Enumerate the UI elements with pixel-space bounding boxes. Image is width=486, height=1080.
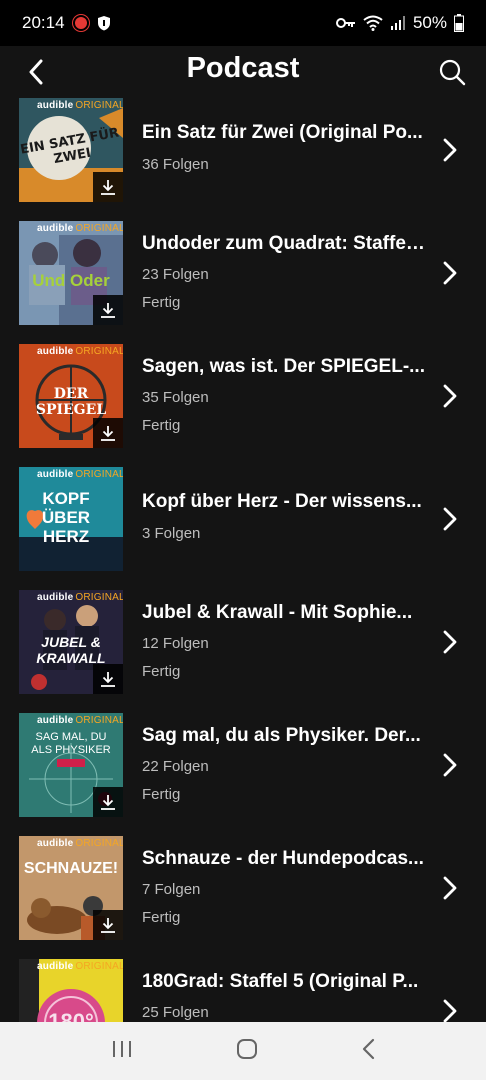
audible-original-badge: audible ORIGINAL [37, 223, 123, 234]
download-button[interactable] [93, 910, 123, 940]
episode-count: 7 Folgen [142, 881, 201, 898]
podcast-cover: audible ORIGINAL DER SPIEGEL [19, 344, 123, 448]
podcast-cover: audible ORIGINAL SAG MAL, DU ALS PHYSIKER [19, 713, 123, 817]
chevron-right-icon [440, 999, 460, 1022]
audible-original-badge: audible ORIGINAL [37, 592, 123, 603]
podcast-cover: audible ORIGINAL SCHNAUZE! [19, 836, 123, 940]
podcast-list-item[interactable]: audible ORIGINAL DER SPIEGEL Sagen, was i… [0, 344, 486, 467]
nav-back-icon [362, 1038, 374, 1059]
episode-count: 23 Folgen [142, 266, 209, 283]
battery-icon [454, 14, 464, 32]
chevron-right-icon [440, 630, 460, 654]
episode-count: 22 Folgen [142, 758, 209, 775]
podcast-title: 180Grad: Staffel 5 (Original P... [142, 971, 419, 992]
download-button[interactable] [93, 787, 123, 817]
battery-percent: 50% [412, 13, 447, 32]
audible-original-badge: audible ORIGINAL [37, 838, 123, 849]
podcast-status: Fertig [142, 786, 181, 803]
download-icon [101, 795, 115, 810]
download-button[interactable] [93, 664, 123, 694]
audible-original-badge: audible ORIGINAL [37, 100, 123, 111]
wifi-icon [363, 15, 383, 31]
podcast-cover: audible ORIGINAL JUBEL & KRAWALL [19, 590, 123, 694]
download-icon [101, 303, 115, 318]
podcast-status: Fertig [142, 294, 181, 311]
cover-art-text: JUBEL & KRAWALL [36, 634, 106, 666]
key-icon [335, 18, 355, 28]
app-bar: Podcast [0, 46, 486, 98]
podcast-title: Undoder zum Quadrat: Staffel... [142, 233, 427, 254]
podcast-cover: audible ORIGINAL EIN SATZ FÜR ZWEI [19, 98, 123, 202]
cover-art-text: KOPF ÜBER HERZ [41, 489, 91, 546]
podcast-list: audible ORIGINAL EIN SATZ FÜR ZWEI Ein Sa… [0, 98, 486, 1022]
search-icon [439, 59, 466, 86]
episode-count: 3 Folgen [142, 525, 201, 542]
podcast-title: Sagen, was ist. Der SPIEGEL-... [142, 356, 425, 377]
podcast-title: Ein Satz für Zwei (Original Po... [142, 122, 423, 143]
audible-original-badge: audible ORIGINAL [37, 346, 123, 357]
download-icon [101, 426, 115, 441]
podcast-list-item[interactable]: audible ORIGINAL Und Oder Undoder zum Qua… [0, 221, 486, 344]
podcast-title: Schnauze - der Hundepodcas... [142, 848, 424, 869]
audible-original-badge: audible ORIGINAL [37, 469, 123, 480]
recent-apps-icon [113, 1040, 132, 1057]
download-icon [101, 180, 115, 195]
podcast-list-item[interactable]: audible ORIGINAL KOPF ÜBER HERZ Kopf über… [0, 467, 486, 590]
podcast-cover: audible ORIGINAL Und Oder [19, 221, 123, 325]
download-button[interactable] [93, 418, 123, 448]
podcast-cover: audible ORIGINAL 180° [19, 959, 123, 1022]
cover-art-text: 180° [48, 1009, 94, 1022]
podcast-status: Fertig [142, 909, 181, 926]
episode-count: 36 Folgen [142, 156, 209, 173]
podcast-title: Kopf über Herz - Der wissens... [142, 491, 422, 512]
audible-original-badge: audible ORIGINAL [37, 715, 123, 726]
download-button[interactable] [93, 295, 123, 325]
system-nav-bar [0, 1022, 486, 1080]
podcast-list-item[interactable]: audible ORIGINAL JUBEL & KRAWALL Jubel & … [0, 590, 486, 713]
status-left: 20:14 [22, 13, 111, 33]
episode-count: 25 Folgen [142, 1004, 209, 1021]
chevron-right-icon [440, 507, 460, 531]
home-icon [236, 1038, 257, 1059]
episode-count: 12 Folgen [142, 635, 209, 652]
home-button[interactable] [236, 1038, 258, 1065]
download-icon [101, 918, 115, 933]
chevron-right-icon [440, 753, 460, 777]
download-icon [101, 672, 115, 687]
chevron-right-icon [440, 261, 460, 285]
recent-apps-button[interactable] [111, 1039, 133, 1064]
cover-art-text: SCHNAUZE! [23, 860, 119, 877]
status-bar: 20:14 50% [0, 0, 486, 46]
cover-art-text: DER SPIEGEL [35, 386, 107, 418]
podcast-title: Jubel & Krawall - Mit Sophie... [142, 602, 413, 623]
audible-original-badge: audible ORIGINAL [37, 961, 123, 972]
podcast-list-item[interactable]: audible ORIGINAL 180° 180Grad: Staffel 5 … [0, 959, 486, 1022]
chevron-right-icon [440, 138, 460, 162]
signal-icon [390, 16, 405, 30]
cover-art-text: Und Oder [32, 271, 110, 290]
podcast-list-item[interactable]: audible ORIGINAL SAG MAL, DU ALS PHYSIKER… [0, 713, 486, 836]
cover-art-text: SAG MAL, DU ALS PHYSIKER [31, 731, 111, 756]
podcast-cover: audible ORIGINAL KOPF ÜBER HERZ [19, 467, 123, 571]
page-title: Podcast [186, 52, 300, 84]
status-time: 20:14 [22, 13, 65, 32]
podcast-list-item[interactable]: audible ORIGINAL EIN SATZ FÜR ZWEI Ein Sa… [0, 98, 486, 221]
search-button[interactable] [436, 56, 468, 88]
nav-back-button[interactable] [361, 1038, 375, 1065]
podcast-status: Fertig [142, 663, 181, 680]
podcast-status: Fertig [142, 417, 181, 434]
download-button[interactable] [93, 172, 123, 202]
shield-icon [97, 16, 110, 31]
chevron-right-icon [440, 876, 460, 900]
status-right: 50% [335, 13, 464, 33]
podcast-title: Sag mal, du als Physiker. Der... [142, 725, 421, 746]
episode-count: 35 Folgen [142, 389, 209, 406]
chevron-right-icon [440, 384, 460, 408]
podcast-list-item[interactable]: audible ORIGINAL SCHNAUZE! Schnauze - der… [0, 836, 486, 959]
recording-icon [74, 17, 87, 29]
